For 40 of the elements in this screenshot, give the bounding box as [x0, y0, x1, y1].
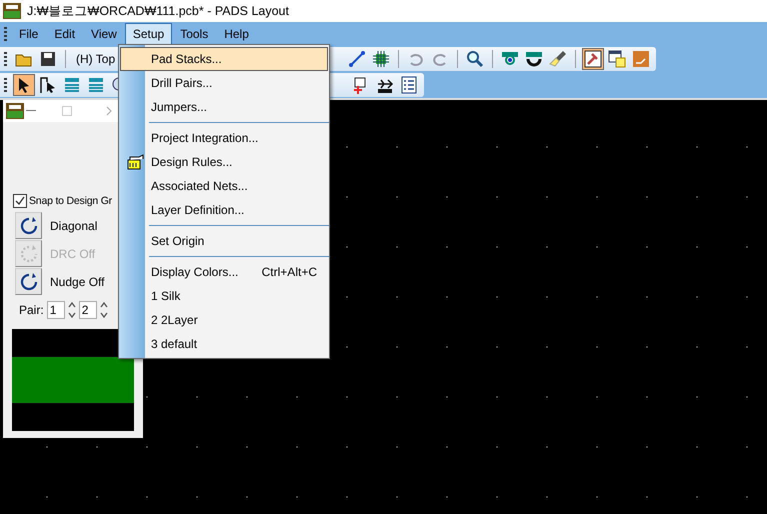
menu-item[interactable]: Edit: [46, 23, 84, 45]
pair-field[interactable]: 1: [46, 301, 65, 319]
menu-item[interactable]: Setup: [124, 23, 172, 45]
hammer-icon[interactable]: [582, 48, 604, 70]
menu-entry[interactable]: Jumpers...: [120, 95, 328, 119]
pointer-icon[interactable]: [13, 74, 35, 96]
app-logo-icon: [6, 103, 24, 119]
pair-label: Pair:: [19, 303, 44, 317]
menu-entry[interactable]: Pad Stacks...: [120, 47, 328, 71]
mode-label: Nudge Off: [50, 274, 104, 288]
window-title: J:₩블로그₩ORCAD₩111.pcb* - PADS Layout: [27, 2, 289, 20]
spinner-icon[interactable]: [100, 301, 108, 319]
snap-label: Snap to Design Gr: [29, 195, 112, 207]
window-icon[interactable]: [606, 48, 628, 70]
app-logo-icon: [3, 3, 21, 19]
zoom-icon[interactable]: [464, 48, 486, 70]
chip-icon[interactable]: [370, 48, 392, 70]
menu-entry[interactable]: Set Origin: [120, 229, 328, 253]
line-icon[interactable]: [346, 48, 368, 70]
rules-icon: [127, 154, 145, 170]
minimize-icon[interactable]: [26, 110, 36, 112]
menu-item[interactable]: File: [11, 23, 46, 45]
menu-entry[interactable]: 3 default: [120, 332, 328, 356]
rotate-toggle-button[interactable]: [15, 212, 42, 239]
snap-checkbox[interactable]: [13, 194, 27, 208]
menu-entry[interactable]: Project Integration...: [120, 126, 328, 150]
menu-entry[interactable]: Associated Nets...: [120, 174, 328, 198]
menu-entry[interactable]: Layer Definition...: [120, 198, 328, 222]
menu-item[interactable]: View: [83, 23, 125, 45]
menu-item[interactable]: Tools: [172, 23, 216, 45]
mode-label: Diagonal: [50, 218, 98, 232]
spinner-icon[interactable]: [68, 301, 76, 319]
mode-label: DRC Off: [50, 246, 96, 260]
menu-entry[interactable]: 2 2Layer: [120, 308, 328, 332]
menu-entry[interactable]: Display Colors... Ctrl+Alt+C: [120, 260, 328, 284]
menu-entry[interactable]: Design Rules...: [120, 150, 328, 174]
menu-entry[interactable]: 1 Silk: [120, 284, 328, 308]
pair-field[interactable]: 2: [78, 301, 97, 319]
rotate-toggle-button[interactable]: [15, 268, 42, 295]
menu-item[interactable]: Help: [216, 23, 257, 45]
